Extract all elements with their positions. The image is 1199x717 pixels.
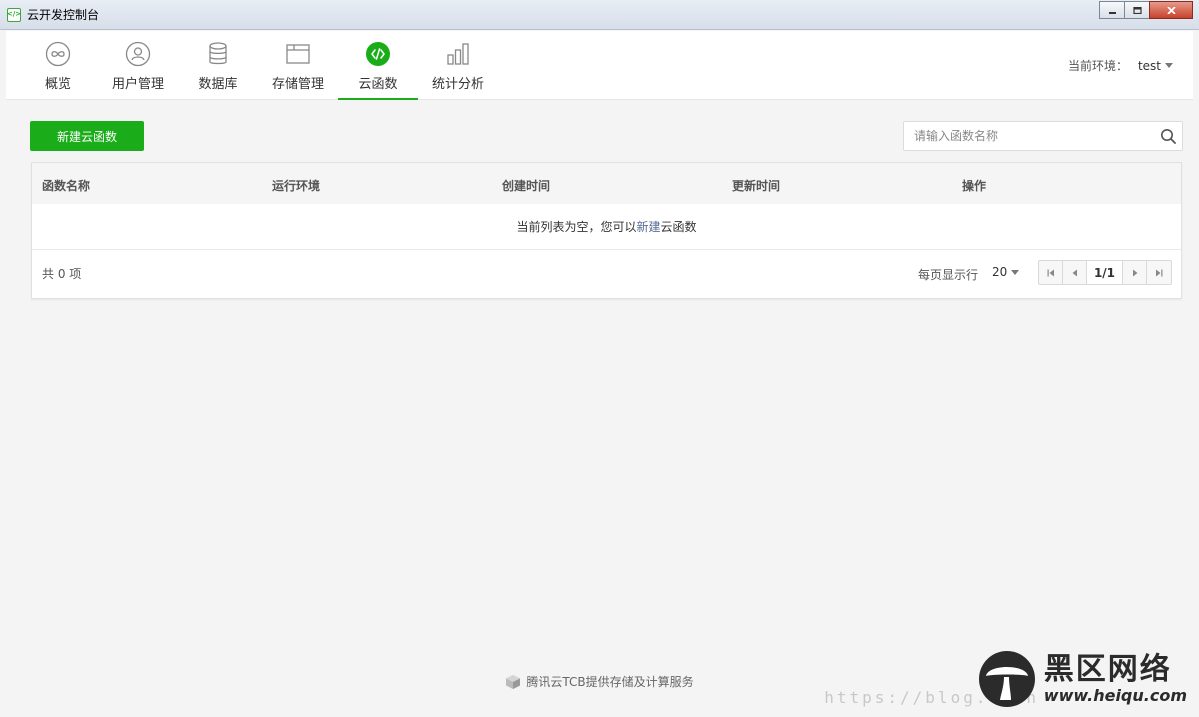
empty-state-row: 当前列表为空，您可以 新建 云函数: [32, 204, 1181, 250]
app-code-icon: </>: [7, 7, 21, 22]
column-header-created: 创建时间: [502, 179, 551, 193]
empty-state-new-link[interactable]: 新建: [636, 218, 660, 235]
search-icon[interactable]: [1160, 128, 1176, 144]
code-icon: [366, 42, 390, 66]
empty-state-prefix: 当前列表为空，您可以: [516, 220, 637, 234]
column-header-name: 函数名称: [42, 179, 91, 193]
close-icon: [1166, 6, 1176, 14]
function-search: [903, 121, 1183, 151]
chevron-down-icon: [1011, 269, 1020, 275]
close-button[interactable]: [1149, 1, 1193, 19]
watermark: 黑区网络 www.heiqu.com: [978, 650, 1187, 708]
maximize-button[interactable]: [1124, 1, 1150, 19]
nav-label-storage: 存储管理: [271, 77, 324, 92]
nav-item-analytics[interactable]: 统计分析: [418, 31, 498, 100]
watermark-name: 黑区网络: [1043, 651, 1172, 687]
watermark-url: www.heiqu.com: [1043, 685, 1187, 705]
last-page-button[interactable]: [1147, 261, 1171, 284]
table-header: 函数名称 运行环境 创建时间 更新时间 操作: [32, 163, 1181, 204]
nav-label-overview: 概览: [44, 77, 71, 92]
per-page-label: 每页显示行: [918, 268, 979, 282]
per-page-select[interactable]: 20: [992, 265, 1020, 279]
table-footer: 共 0 项 每页显示行 20 1/1: [32, 250, 1181, 300]
nav-label-cloud-functions: 云函数: [358, 77, 398, 92]
current-page: 1/1: [1087, 261, 1123, 284]
env-value: test: [1137, 58, 1161, 73]
chevron-left-icon: [1072, 269, 1077, 276]
function-table: 函数名称 运行环境 创建时间 更新时间 操作 当前列表为空，您可以 新建 云函数 共…: [31, 162, 1182, 299]
cube-icon: [506, 674, 521, 689]
chevron-down-icon: [1165, 63, 1173, 68]
nav-label-database: 数据库: [198, 77, 238, 92]
nav-item-users[interactable]: 用户管理: [98, 31, 178, 100]
nav-item-storage[interactable]: 存储管理: [258, 31, 338, 100]
column-header-runtime: 运行环境: [272, 179, 321, 193]
nav-item-cloud-functions[interactable]: 云函数: [338, 31, 418, 100]
maximize-icon: [1132, 6, 1142, 14]
empty-state-suffix: 云函数: [660, 220, 697, 234]
nav-label-users: 用户管理: [111, 77, 164, 92]
window-controls: [1099, 1, 1193, 19]
first-page-icon: [1047, 269, 1054, 276]
database-icon: [209, 42, 227, 65]
total-count: 共 0 项: [42, 267, 82, 281]
minimize-icon: [1108, 11, 1116, 14]
top-navigation: 概览 用户管理 数据库 存储管理 云函数 统计分析 当前环境： test: [6, 31, 1193, 100]
chevron-right-icon: [1132, 269, 1137, 276]
window-titlebar: </> 云开发控制台: [0, 0, 1199, 30]
minimize-button[interactable]: [1099, 1, 1125, 19]
env-label: 当前环境：: [1067, 59, 1128, 73]
bar-chart-icon: [447, 43, 469, 65]
user-icon: [125, 41, 151, 67]
new-cloud-function-button[interactable]: 新建云函数: [30, 121, 144, 151]
search-input[interactable]: [904, 122, 1154, 150]
column-header-actions: 操作: [962, 179, 987, 193]
last-page-icon: [1156, 269, 1163, 276]
column-header-updated: 更新时间: [732, 179, 781, 193]
nav-item-overview[interactable]: 概览: [18, 31, 98, 100]
per-page-value: 20: [992, 265, 1008, 279]
folder-icon: [286, 44, 310, 64]
environment-switcher: 当前环境： test: [1068, 57, 1173, 74]
nav-label-analytics: 统计分析: [431, 77, 484, 92]
prev-page-button[interactable]: [1063, 261, 1087, 284]
env-select[interactable]: test: [1138, 59, 1173, 73]
footer-text: 腾讯云TCB提供存储及计算服务: [526, 675, 694, 689]
pagination: 1/1: [1038, 260, 1172, 285]
next-page-button[interactable]: [1123, 261, 1147, 284]
infinity-icon: [45, 41, 71, 67]
first-page-button[interactable]: [1039, 261, 1063, 284]
watermark-text: 黑区网络 www.heiqu.com: [1043, 651, 1187, 705]
window-title: 云开发控制台: [27, 8, 100, 22]
nav-item-database[interactable]: 数据库: [178, 31, 258, 100]
mushroom-logo-icon: [978, 651, 1035, 707]
